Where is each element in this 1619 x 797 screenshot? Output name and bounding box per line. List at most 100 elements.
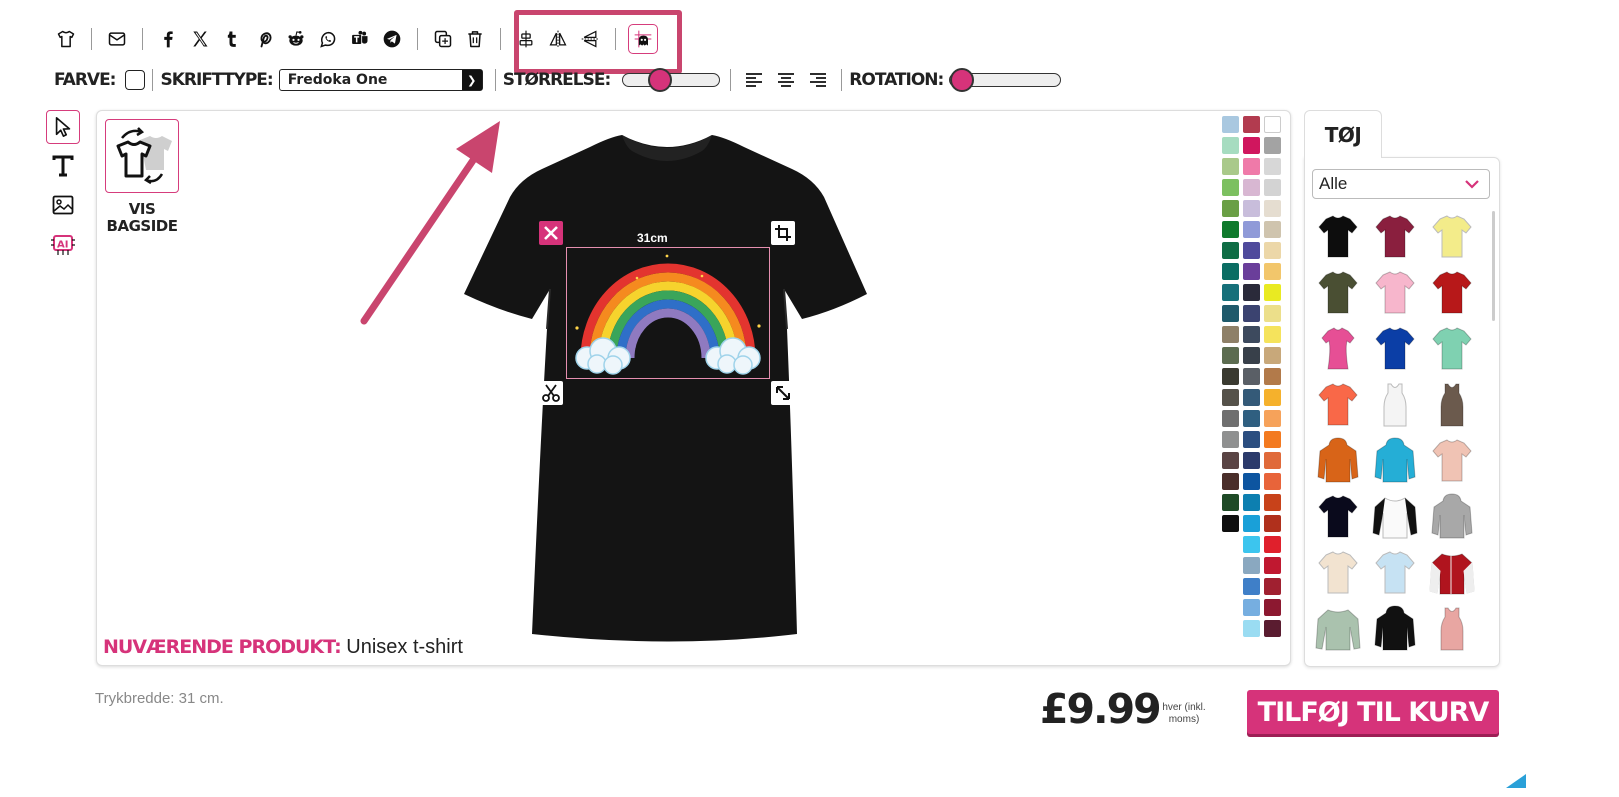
palette-color-swatch[interactable]: [1222, 494, 1239, 511]
center-icon[interactable]: [513, 26, 539, 52]
palette-color-swatch[interactable]: [1243, 578, 1260, 595]
palette-color-swatch[interactable]: [1243, 284, 1260, 301]
text-tool[interactable]: [46, 149, 80, 183]
palette-color-swatch[interactable]: [1222, 389, 1239, 406]
palette-color-swatch[interactable]: [1222, 158, 1239, 175]
product-item[interactable]: [1424, 267, 1479, 318]
palette-color-swatch[interactable]: [1264, 536, 1281, 553]
ai-tool[interactable]: AI: [46, 227, 80, 261]
palette-color-swatch[interactable]: [1264, 263, 1281, 280]
palette-color-swatch[interactable]: [1222, 116, 1239, 133]
palette-color-swatch[interactable]: [1222, 305, 1239, 322]
palette-color-swatch[interactable]: [1264, 620, 1281, 637]
palette-color-swatch[interactable]: [1243, 557, 1260, 574]
palette-color-swatch[interactable]: [1222, 410, 1239, 427]
product-item[interactable]: [1424, 435, 1479, 486]
palette-color-swatch[interactable]: [1243, 599, 1260, 616]
color-swatch[interactable]: [125, 70, 146, 90]
palette-color-swatch[interactable]: [1222, 347, 1239, 364]
palette-color-swatch[interactable]: [1243, 179, 1260, 196]
copy-icon[interactable]: [430, 26, 456, 52]
palette-color-swatch[interactable]: [1222, 200, 1239, 217]
palette-color-swatch[interactable]: [1264, 368, 1281, 385]
palette-color-swatch[interactable]: [1264, 158, 1281, 175]
design-canvas[interactable]: VIS BAGSIDE 31cm NUVÆRENDE PRODUKT: Unis…: [96, 110, 1291, 666]
tshirt-icon[interactable]: [53, 26, 79, 52]
palette-color-swatch[interactable]: [1222, 368, 1239, 385]
align-left-icon[interactable]: [743, 69, 765, 91]
palette-color-swatch[interactable]: [1264, 137, 1281, 154]
flip-vertical-icon[interactable]: [577, 26, 603, 52]
palette-color-swatch[interactable]: [1264, 116, 1281, 133]
crop-handle[interactable]: [771, 221, 795, 245]
palette-color-swatch[interactable]: [1243, 137, 1260, 154]
align-center-icon[interactable]: [775, 69, 797, 91]
palette-color-swatch[interactable]: [1243, 200, 1260, 217]
image-tool[interactable]: [46, 188, 80, 222]
facebook-icon[interactable]: [155, 26, 181, 52]
product-item[interactable]: [1310, 547, 1365, 598]
product-item[interactable]: [1367, 323, 1422, 374]
product-item[interactable]: [1310, 603, 1365, 654]
palette-color-swatch[interactable]: [1243, 158, 1260, 175]
product-item[interactable]: [1310, 323, 1365, 374]
product-item[interactable]: [1310, 491, 1365, 542]
palette-color-swatch[interactable]: [1243, 347, 1260, 364]
palette-color-swatch[interactable]: [1243, 263, 1260, 280]
add-to-cart-button[interactable]: TILFØJ TIL KURV: [1247, 690, 1499, 734]
delete-handle[interactable]: [539, 221, 563, 245]
palette-color-swatch[interactable]: [1222, 515, 1239, 532]
pinterest-icon[interactable]: [251, 26, 277, 52]
telegram-icon[interactable]: [379, 26, 405, 52]
palette-color-swatch[interactable]: [1222, 179, 1239, 196]
reddit-icon[interactable]: [283, 26, 309, 52]
size-slider-knob[interactable]: [648, 68, 673, 92]
product-item[interactable]: [1424, 323, 1479, 374]
product-item[interactable]: [1310, 379, 1365, 430]
rotation-slider-knob[interactable]: [950, 68, 975, 92]
palette-color-swatch[interactable]: [1264, 347, 1281, 364]
palette-color-swatch[interactable]: [1264, 221, 1281, 238]
palette-color-swatch[interactable]: [1243, 536, 1260, 553]
palette-color-swatch[interactable]: [1264, 242, 1281, 259]
palette-color-swatch[interactable]: [1264, 305, 1281, 322]
palette-color-swatch[interactable]: [1264, 431, 1281, 448]
print-area-frame[interactable]: [566, 247, 770, 379]
palette-color-swatch[interactable]: [1222, 473, 1239, 490]
palette-color-swatch[interactable]: [1264, 557, 1281, 574]
tab-clothing[interactable]: TØJ: [1304, 110, 1382, 158]
palette-color-swatch[interactable]: [1222, 431, 1239, 448]
tumblr-icon[interactable]: [219, 26, 245, 52]
palette-color-swatch[interactable]: [1264, 494, 1281, 511]
x-icon[interactable]: [187, 26, 213, 52]
rotation-slider[interactable]: [949, 68, 1062, 92]
product-item[interactable]: [1367, 603, 1422, 654]
palette-color-swatch[interactable]: [1264, 179, 1281, 196]
product-item[interactable]: [1367, 435, 1422, 486]
product-item[interactable]: [1367, 267, 1422, 318]
palette-color-swatch[interactable]: [1222, 221, 1239, 238]
flip-horizontal-icon[interactable]: [545, 26, 571, 52]
palette-color-swatch[interactable]: [1222, 326, 1239, 343]
scrollbar[interactable]: [1492, 211, 1495, 321]
product-item[interactable]: [1367, 211, 1422, 262]
whatsapp-icon[interactable]: [315, 26, 341, 52]
palette-color-swatch[interactable]: [1222, 137, 1239, 154]
palette-color-swatch[interactable]: [1243, 242, 1260, 259]
palette-color-swatch[interactable]: [1264, 473, 1281, 490]
palette-color-swatch[interactable]: [1264, 326, 1281, 343]
product-item[interactable]: [1424, 491, 1479, 542]
palette-color-swatch[interactable]: [1222, 263, 1239, 280]
product-item[interactable]: [1424, 379, 1479, 430]
palette-color-swatch[interactable]: [1264, 284, 1281, 301]
palette-color-swatch[interactable]: [1264, 452, 1281, 469]
palette-color-swatch[interactable]: [1243, 494, 1260, 511]
teams-icon[interactable]: [347, 26, 373, 52]
product-item[interactable]: [1424, 547, 1479, 598]
product-item[interactable]: [1424, 603, 1479, 654]
palette-color-swatch[interactable]: [1264, 200, 1281, 217]
product-item[interactable]: [1367, 547, 1422, 598]
cut-handle[interactable]: [539, 381, 563, 405]
font-select[interactable]: Fredoka One ❯: [278, 69, 483, 91]
palette-color-swatch[interactable]: [1222, 284, 1239, 301]
